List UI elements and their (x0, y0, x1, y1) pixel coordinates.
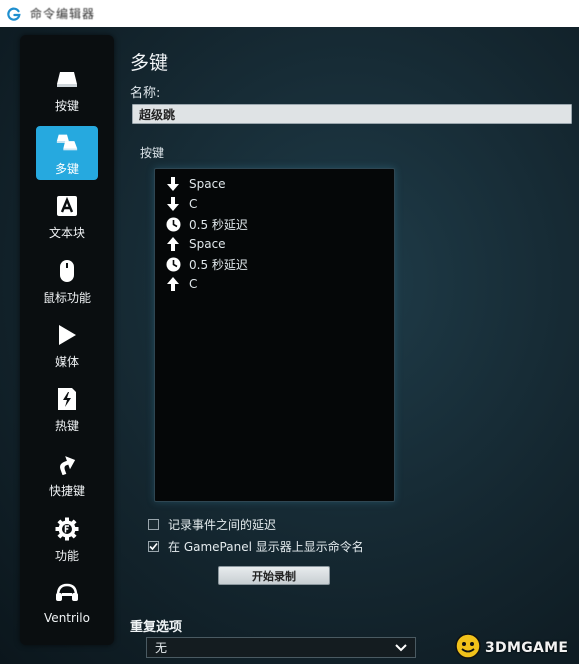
chevron-down-icon (395, 642, 407, 654)
list-item[interactable]: C (165, 195, 197, 213)
sidebar-item-label: 快捷键 (48, 484, 85, 498)
list-item[interactable]: Space (165, 175, 226, 193)
sidebar-item-label: 多键 (54, 162, 79, 176)
text-block-icon (55, 194, 79, 218)
section-title: 多键 (130, 52, 169, 74)
sidebar-item-label: 鼠标功能 (42, 291, 91, 305)
hotkey-icon (55, 387, 79, 411)
arrow-up-icon (165, 236, 181, 252)
key-event-text: C (189, 197, 198, 211)
mouse-icon (55, 259, 79, 283)
checkmark-icon (149, 542, 158, 550)
name-input[interactable] (132, 104, 572, 124)
arrow-down-icon (165, 196, 181, 212)
show-name-checkbox[interactable] (148, 540, 159, 552)
key-event-text: C (189, 277, 198, 291)
sidebar-item-label: 热键 (54, 419, 79, 433)
key-event-text: 0.5 秒延迟 (189, 217, 248, 232)
clock-icon (165, 216, 181, 232)
watermark-logo-icon (455, 633, 481, 663)
name-label: 名称: (130, 86, 161, 101)
key-event-text: Space (189, 177, 226, 191)
function-gear-icon (55, 517, 79, 541)
sidebar-item-label: Ventrilo (44, 611, 90, 625)
arrow-up-icon (165, 276, 181, 292)
sidebar-item-key[interactable]: 按键 (36, 63, 98, 117)
record-delays-label: 记录事件之间的延迟 (168, 517, 277, 532)
repeat-options-select[interactable]: 无 (146, 637, 416, 658)
clock-icon (165, 256, 181, 272)
sidebar-item-shortcut[interactable]: 快捷键 (36, 448, 98, 502)
multikey-icon (55, 130, 79, 154)
sidebar: 按键 多键 文本块 鼠标功能 媒体 热键 快捷键 功能 Ventrilo (20, 35, 114, 645)
sidebar-item-multikey[interactable]: 多键 (36, 126, 98, 180)
sidebar-item-label: 文本块 (48, 226, 85, 240)
repeat-selected-value: 无 (155, 641, 168, 655)
list-item[interactable]: 0.5 秒延迟 (165, 215, 248, 233)
sidebar-item-hotkey[interactable]: 热键 (36, 383, 98, 437)
keys-label: 按键 (140, 146, 165, 160)
sidebar-item-mouse[interactable]: 鼠标功能 (36, 255, 98, 309)
arrow-down-icon (165, 176, 181, 192)
record-delays-option[interactable]: 记录事件之间的延迟 (148, 516, 276, 532)
list-item[interactable]: C (165, 275, 197, 293)
sidebar-item-media[interactable]: 媒体 (36, 319, 98, 373)
sidebar-item-ventrilo[interactable]: Ventrilo (36, 577, 98, 631)
repeat-options-label: 重复选项 (130, 620, 183, 635)
start-recording-button[interactable]: 开始录制 (218, 566, 330, 585)
key-event-text: 0.5 秒延迟 (189, 257, 248, 272)
sidebar-item-label: 功能 (54, 549, 79, 563)
window-title: 命令编辑器 (30, 7, 96, 21)
show-name-label: 在 GamePanel 显示器上显示命令名 (168, 539, 364, 554)
list-item[interactable]: Space (165, 235, 226, 253)
sidebar-item-text-block[interactable]: 文本块 (36, 190, 98, 244)
sidebar-item-function[interactable]: 功能 (36, 513, 98, 567)
shortcut-arrow-icon (55, 452, 79, 476)
sidebar-item-label: 按键 (54, 99, 79, 113)
list-item[interactable]: 0.5 秒延迟 (165, 255, 248, 273)
logitech-logo-icon (6, 6, 22, 22)
watermark-text: 3DMGAME (485, 640, 569, 656)
title-bar: 命令编辑器 (0, 0, 579, 28)
keys-list[interactable]: Space C 0.5 秒延迟 Space 0.5 秒延迟 C (154, 168, 395, 502)
play-icon (55, 323, 79, 347)
show-name-option[interactable]: 在 GamePanel 显示器上显示命令名 (148, 538, 364, 554)
watermark: 3DMGAME (455, 632, 579, 664)
headset-icon (55, 581, 79, 605)
sidebar-item-label: 媒体 (54, 355, 79, 369)
key-event-text: Space (189, 237, 226, 251)
key-icon (55, 67, 79, 91)
record-delays-checkbox[interactable] (148, 518, 159, 530)
